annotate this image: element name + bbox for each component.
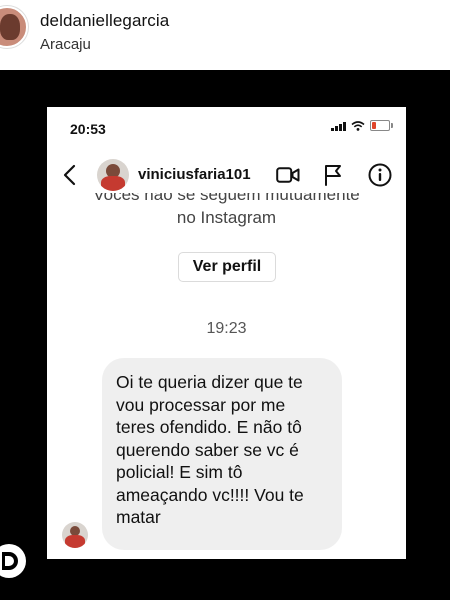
message-timestamp: 19:23 [206,320,247,337]
chevron-left-icon[interactable] [61,164,79,186]
mutual-notice-line1: Vocês não se seguem mutuamente [93,193,360,204]
dm-avatar[interactable] [97,159,129,191]
post-location[interactable]: Aracaju [40,36,91,53]
mutual-notice-line2: no Instagram [176,208,277,227]
wifi-icon [351,120,365,131]
signal-icon [331,121,346,131]
dm-username[interactable]: viniciusfaria101 [138,166,251,183]
dm-screenshot: 20:53 viniciusfaria101 Vocês não se segu… [47,107,406,559]
status-bar: 20:53 [47,107,406,145]
video-camera-icon[interactable] [276,166,300,184]
post-username[interactable]: deldaniellegarcia [40,11,169,31]
message-bubble[interactable]: Oi te queria dizer que te vou processar … [102,358,342,550]
avatar[interactable] [0,6,28,48]
battery-icon [370,120,393,131]
mutual-follow-notice: Vocês não se seguem mutuamente no Instag… [47,193,406,230]
logo-icon [0,544,26,578]
sender-avatar[interactable] [62,522,88,548]
status-clock: 20:53 [70,121,106,137]
status-icons [331,120,393,131]
dm-header: viniciusfaria101 [47,155,406,195]
post-header: deldaniellegarcia Aracaju [0,0,450,70]
info-icon[interactable] [368,163,392,187]
view-profile-button[interactable]: Ver perfil [178,252,276,282]
flag-icon[interactable] [323,164,343,186]
